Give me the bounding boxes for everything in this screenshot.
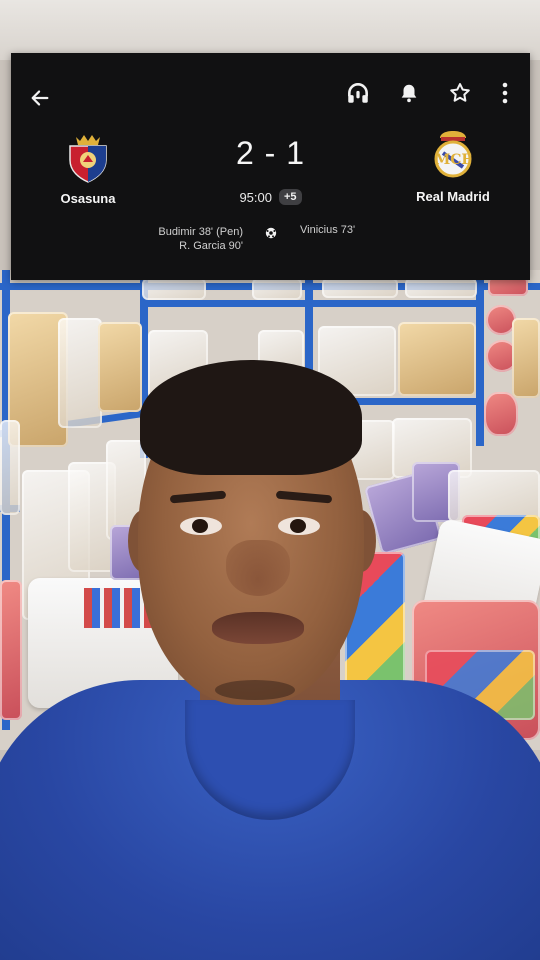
blanket-package xyxy=(98,322,142,412)
added-time-badge: +5 xyxy=(279,189,302,205)
more-vert-icon[interactable] xyxy=(487,75,523,111)
match-clock: 95:00 xyxy=(239,189,272,205)
red-cushion xyxy=(484,392,518,436)
right-eye xyxy=(278,517,320,535)
blanket-package xyxy=(405,278,477,298)
home-scorer: Budimir 38' (Pen) xyxy=(158,226,243,238)
goal-ball-icon xyxy=(265,226,277,239)
blanket-package xyxy=(142,278,206,300)
match-score-card[interactable]: Osasuna MCF Real Madrid 2 - 1 95:00 +5 B… xyxy=(11,53,530,280)
home-scorers: Budimir 38' (Pen) R. Garcia 90' xyxy=(158,225,243,253)
back-arrow-icon[interactable] xyxy=(22,80,58,116)
ceiling xyxy=(0,0,540,60)
blanket-package xyxy=(58,318,102,428)
blanket-package xyxy=(0,420,20,515)
left-eye xyxy=(180,517,222,535)
mouth xyxy=(212,612,304,644)
home-scorer: R. Garcia 90' xyxy=(179,240,243,252)
headphones-icon[interactable] xyxy=(340,75,376,111)
hair xyxy=(140,360,362,475)
blanket-package xyxy=(252,278,302,300)
blanket-package xyxy=(0,580,22,720)
match-time: 95:00 +5 xyxy=(11,189,530,205)
away-scorers: Vinicius 73' xyxy=(300,223,355,237)
blanket-package xyxy=(512,318,540,398)
shelf-beam xyxy=(140,300,480,307)
bell-icon[interactable] xyxy=(391,75,427,111)
blanket-package xyxy=(322,278,398,298)
star-icon[interactable] xyxy=(442,75,478,111)
match-score: 2 - 1 xyxy=(235,135,306,171)
away-scorer: Vinicius 73' xyxy=(300,224,356,236)
nose xyxy=(226,540,290,596)
blanket-package xyxy=(398,322,476,396)
chin-shadow xyxy=(215,680,295,700)
